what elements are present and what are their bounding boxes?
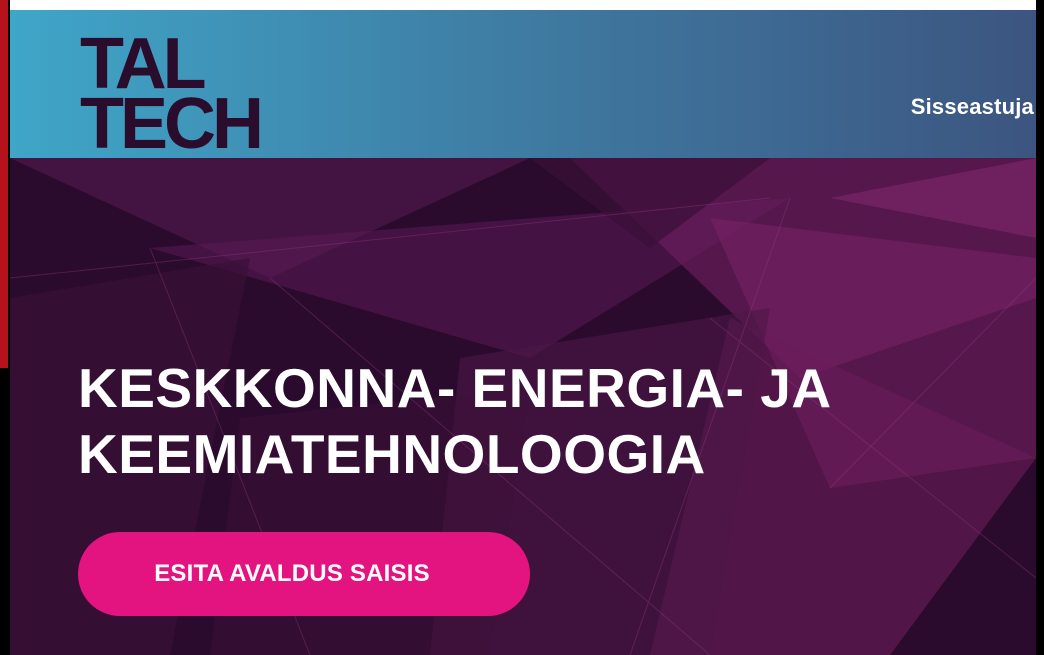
page-frame: TAL TECH Sisseastuja KESKKONNA- ENERGIA-… [10, 10, 1036, 655]
page-top-edge [0, 0, 1044, 10]
hero-banner: KESKKONNA- ENERGIA- JA KEEMIATEHNOLOOGIA… [10, 158, 1036, 655]
right-edge [1036, 0, 1044, 655]
hero-title-line-2: KEEMIATEHNOLOOGIA [78, 423, 706, 485]
left-red-edge [0, 0, 8, 368]
hero-title: KESKKONNA- ENERGIA- JA KEEMIATEHNOLOOGIA [78, 355, 1018, 487]
nav-link-sisseastuja[interactable]: Sisseastuja [911, 94, 1034, 120]
apply-button[interactable]: ESITA AVALDUS SAISIS [78, 532, 530, 616]
taltech-logo[interactable]: TAL TECH [80, 28, 295, 164]
site-header: TAL TECH Sisseastuja [10, 10, 1036, 164]
hero-title-line-1: KESKKONNA- ENERGIA- JA [78, 357, 832, 419]
logo-line-2: TECH [80, 84, 264, 164]
